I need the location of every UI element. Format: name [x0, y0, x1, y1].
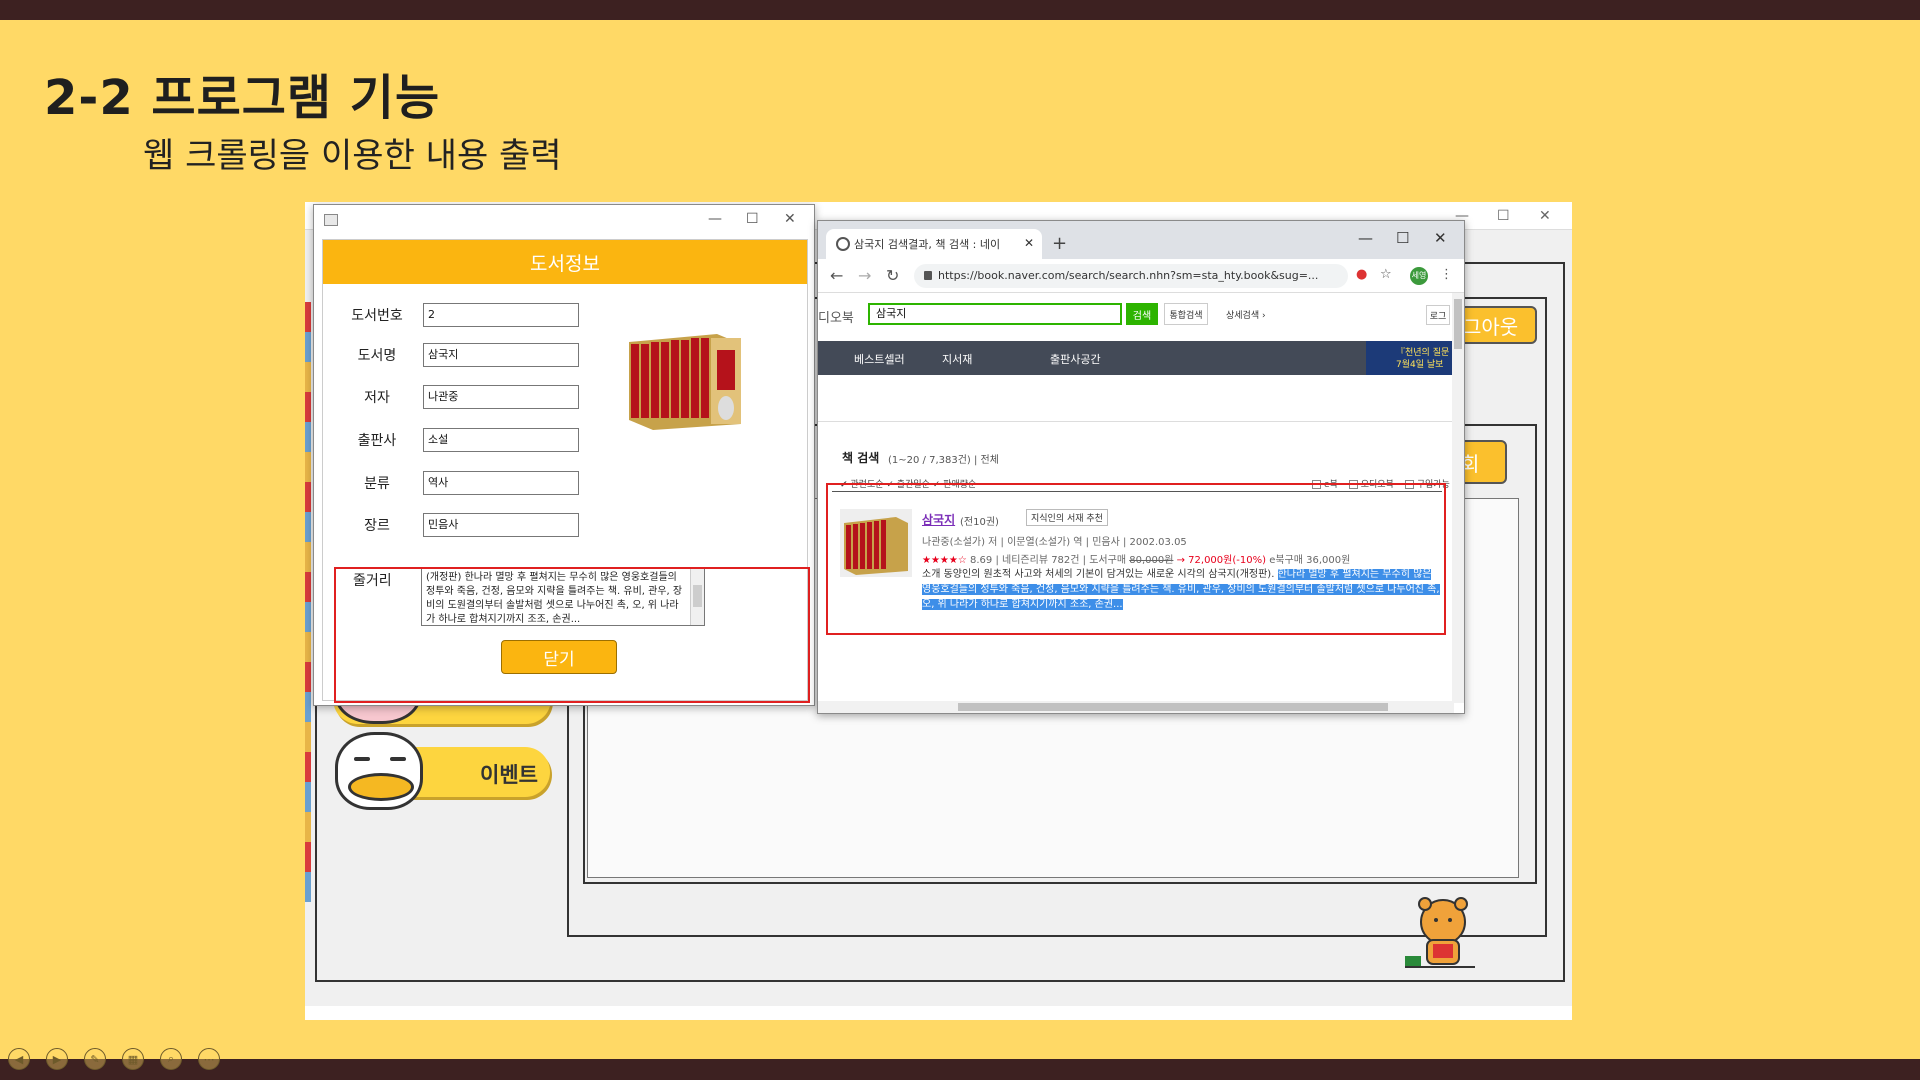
new-tab-icon[interactable]: +: [1052, 233, 1067, 254]
field-label: 저자: [364, 390, 390, 406]
maximize-icon[interactable]: ☐: [1497, 208, 1510, 224]
slide-top-bar: [0, 0, 1920, 20]
genre-field[interactable]: 민음사: [423, 513, 579, 537]
site-search-button[interactable]: 검색: [1126, 303, 1158, 325]
field-label: 장르: [364, 518, 390, 534]
highlight-box: [334, 567, 810, 703]
close-icon[interactable]: ✕: [784, 211, 796, 227]
site-brand[interactable]: 디오북: [818, 307, 854, 326]
total-search-button[interactable]: 통합검색: [1164, 303, 1208, 325]
lock-icon: [924, 271, 932, 280]
duck-character-icon: [335, 732, 423, 810]
maximize-icon[interactable]: ☐: [746, 211, 759, 227]
vertical-scrollbar[interactable]: [1452, 293, 1464, 703]
next-slide-icon[interactable]: ▶: [46, 1048, 68, 1070]
address-bar[interactable]: https://book.naver.com/search/search.nhn…: [914, 264, 1348, 288]
field-label: 도서명: [357, 348, 397, 364]
highlight-box: [826, 483, 1446, 635]
profile-avatar[interactable]: 세영: [1410, 267, 1428, 285]
field-label: 출판사: [357, 433, 397, 449]
horizontal-scrollbar[interactable]: [818, 701, 1454, 713]
slides-grid-icon[interactable]: ▦: [122, 1048, 144, 1070]
prev-slide-icon[interactable]: ◀: [8, 1048, 30, 1070]
results-title: 책 검색: [842, 451, 880, 465]
book-no-field[interactable]: 2: [423, 303, 579, 327]
site-search-input[interactable]: 삼국지: [868, 303, 1122, 325]
login-button[interactable]: 로그: [1426, 305, 1450, 325]
site-menu-bar: 베스트셀러 지서재 출판사공간 『천년의 질문 7월4일 날보: [818, 341, 1454, 375]
field-label: 도서번호: [351, 308, 403, 324]
dialog-header: 도서정보: [323, 240, 807, 284]
slide-title: 2-2 프로그램 기능: [44, 70, 441, 126]
menu-item-bestseller[interactable]: 베스트셀러: [854, 351, 905, 367]
more-options-icon[interactable]: ⋯: [198, 1048, 220, 1070]
minimize-icon[interactable]: —: [708, 211, 722, 227]
maximize-icon[interactable]: ☐: [1396, 229, 1409, 247]
slide-subtitle: 웹 크롤링을 이용한 내용 출력: [143, 136, 562, 176]
reload-icon[interactable]: ↻: [886, 266, 899, 285]
star-icon[interactable]: ☆: [1380, 267, 1392, 282]
slide-bottom-bar: [0, 1059, 1920, 1080]
menu-item-publisher[interactable]: 출판사공간: [1050, 351, 1101, 367]
event-button-label: 이벤트: [480, 763, 538, 787]
browser-tab[interactable]: 삼국지 검색결과, 책 검색 : 네이 ✕: [826, 229, 1042, 259]
tab-title: 삼국지 검색결과, 책 검색 : 네이: [854, 238, 1001, 251]
pen-icon[interactable]: ✎: [84, 1048, 106, 1070]
author-field[interactable]: 나관중: [423, 385, 579, 409]
browser-window: 삼국지 검색결과, 책 검색 : 네이 ✕ + — ☐ ✕ ← → ↻ http…: [817, 220, 1465, 714]
zoom-icon[interactable]: ⌕: [160, 1048, 182, 1070]
book-cover-image: [621, 320, 749, 434]
app-icon: [324, 214, 338, 226]
browser-tab-bar: 삼국지 검색결과, 책 검색 : 네이 ✕ + — ☐ ✕: [818, 221, 1464, 259]
book-name-field[interactable]: 삼국지: [423, 343, 579, 367]
side-decoration: [305, 302, 311, 902]
lion-character-icon: [1405, 897, 1475, 968]
results-count: (1~20 / 7,383건) | 전체: [888, 455, 999, 466]
forward-icon[interactable]: →: [858, 266, 871, 285]
web-page: 디오북 삼국지 검색 통합검색 상세검색 › 로그 베스트셀러 지서재 출판사공…: [818, 293, 1454, 703]
publisher-field[interactable]: 소설: [423, 428, 579, 452]
divider: [818, 421, 1454, 422]
screenshot-bottom: [305, 1006, 1572, 1020]
category-field[interactable]: 역사: [423, 471, 579, 495]
extension-icon[interactable]: ●: [1356, 267, 1367, 282]
menu-dots-icon[interactable]: ⋮: [1440, 267, 1453, 282]
minimize-icon[interactable]: —: [1358, 229, 1373, 247]
book-info-dialog: — ☐ ✕ 도서정보 도서번호 2 도서명 삼국지 저자 나관중 출판사 소설: [313, 204, 815, 706]
tab-close-icon[interactable]: ✕: [1024, 236, 1034, 250]
promo-banner[interactable]: 『천년의 질문 7월4일 날보: [1366, 341, 1454, 375]
close-icon[interactable]: ✕: [1434, 229, 1447, 247]
browser-toolbar: ← → ↻ https://book.naver.com/search/sear…: [818, 259, 1464, 293]
logout-button[interactable]: 그아웃: [1455, 306, 1537, 344]
field-label: 분류: [364, 476, 390, 492]
screenshot-frame: — ☐ ✕ 그아웃 회 이벤트 — ☐ ✕ 도서정보 도서번호 2 도서명 삼국…: [305, 202, 1572, 1020]
dialog-titlebar: — ☐ ✕: [314, 205, 814, 235]
back-icon[interactable]: ←: [830, 266, 843, 285]
url-text: https://book.naver.com/search/search.nhn…: [938, 269, 1319, 282]
detail-search-link[interactable]: 상세검색 ›: [1226, 308, 1266, 321]
menu-item-library[interactable]: 지서재: [942, 351, 972, 367]
globe-icon: [836, 237, 850, 251]
close-icon[interactable]: ✕: [1539, 208, 1551, 224]
